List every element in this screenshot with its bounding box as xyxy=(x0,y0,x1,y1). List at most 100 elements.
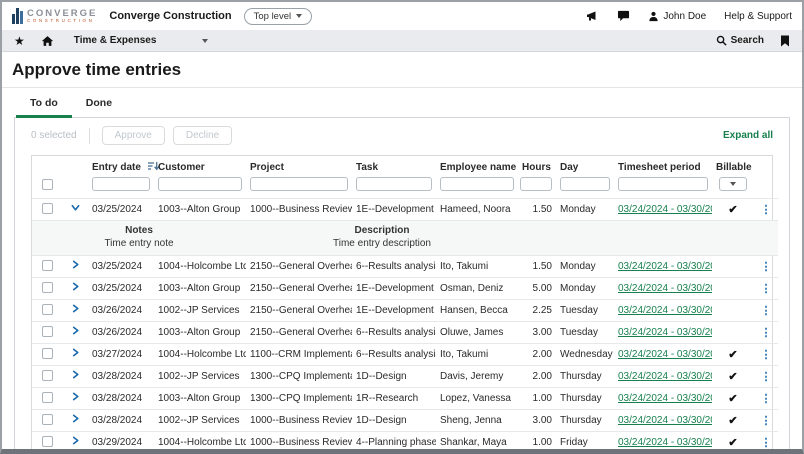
filter-customer[interactable] xyxy=(158,177,242,191)
expand-all-link[interactable]: Expand all xyxy=(723,130,773,141)
hours-cell: 5.00 xyxy=(518,277,556,299)
entry-date-cell: 03/25/2024 xyxy=(88,255,154,277)
expand-row-chevron[interactable] xyxy=(71,414,80,423)
task-cell: 1E--Development xyxy=(352,277,436,299)
timesheet-period-link[interactable]: 03/24/2024 - 03/30/2024 xyxy=(618,305,712,316)
billable-check-icon: ✔ xyxy=(728,371,737,383)
to-do-panel: 0 selected Approve Decline Expand all En… xyxy=(14,117,790,454)
chevron-down-icon xyxy=(296,14,302,18)
timesheet-period-link[interactable]: 03/24/2024 - 03/30/2024 xyxy=(618,371,712,382)
row-actions-menu-icon[interactable]: ⋮ xyxy=(761,305,772,317)
entry-date-cell: 03/25/2024 xyxy=(88,198,154,220)
user-menu[interactable]: John Doe xyxy=(648,11,706,22)
nav-menu-time-expenses[interactable]: Time & Expenses xyxy=(74,35,209,46)
col-employee[interactable]: Employee name xyxy=(436,156,518,175)
row-checkbox[interactable] xyxy=(42,348,53,359)
timesheet-period-link[interactable]: 03/24/2024 - 03/30/2024 xyxy=(618,349,712,360)
row-actions-menu-icon[interactable]: ⋮ xyxy=(761,261,772,273)
approve-button[interactable]: Approve xyxy=(102,126,165,145)
expand-row-chevron[interactable] xyxy=(71,326,80,335)
project-cell: 1300--CPQ Implementation xyxy=(246,365,352,387)
search-label: Search xyxy=(731,35,764,46)
collapse-row-chevron[interactable] xyxy=(71,203,80,212)
selected-count: 0 selected xyxy=(31,130,77,141)
home-icon[interactable] xyxy=(41,35,54,47)
customer-cell: 1004--Holcombe Ltd xyxy=(154,431,246,453)
col-entry-date[interactable]: Entry date xyxy=(88,156,154,175)
entry-date-cell: 03/25/2024 xyxy=(88,277,154,299)
timesheet-period-link[interactable]: 03/24/2024 - 03/30/2024 xyxy=(618,437,712,448)
timesheet-period-link[interactable]: 03/24/2024 - 03/30/2024 xyxy=(618,327,712,338)
timesheet-period-link[interactable]: 03/24/2024 - 03/30/2024 xyxy=(618,283,712,294)
col-hours[interactable]: Hours xyxy=(518,156,556,175)
description-value: Time entry description xyxy=(250,238,514,249)
filter-project[interactable] xyxy=(250,177,348,191)
row-actions-menu-icon[interactable]: ⋮ xyxy=(761,283,772,295)
timesheet-period-link[interactable]: 03/24/2024 - 03/30/2024 xyxy=(618,415,712,426)
expanded-row-detail: NotesTime entry noteDescriptionTime entr… xyxy=(32,220,778,255)
row-checkbox[interactable] xyxy=(42,436,53,447)
row-actions-menu-icon[interactable]: ⋮ xyxy=(761,349,772,361)
filter-billable-select[interactable] xyxy=(719,177,747,191)
help-support-link[interactable]: Help & Support xyxy=(724,11,792,22)
expand-row-chevron[interactable] xyxy=(71,304,80,313)
hours-cell: 3.00 xyxy=(518,409,556,431)
expand-row-chevron[interactable] xyxy=(71,370,80,379)
row-checkbox[interactable] xyxy=(42,392,53,403)
filter-task[interactable] xyxy=(356,177,432,191)
col-project[interactable]: Project xyxy=(246,156,352,175)
project-cell: 1300--CPQ Implementation xyxy=(246,387,352,409)
row-actions-menu-icon[interactable]: ⋮ xyxy=(761,371,772,383)
employee-cell: Ito, Takumi xyxy=(436,255,518,277)
day-cell: Friday xyxy=(556,431,614,453)
search-icon xyxy=(716,35,727,46)
entity-scope-selector[interactable]: Top level xyxy=(244,8,313,25)
search-button[interactable]: Search xyxy=(716,35,764,46)
announcements-icon[interactable] xyxy=(586,10,599,22)
col-billable[interactable]: Billable xyxy=(712,156,754,175)
col-task[interactable]: Task xyxy=(352,156,436,175)
expand-row-chevron[interactable] xyxy=(71,260,80,269)
row-checkbox[interactable] xyxy=(42,414,53,425)
table-row: 03/26/20241003--Alton Group2150--General… xyxy=(32,321,778,343)
tab-done[interactable]: Done xyxy=(72,92,126,118)
col-customer[interactable]: Customer xyxy=(154,156,246,175)
col-period[interactable]: Timesheet period xyxy=(614,156,712,175)
company-logo: CONVERGE CONSTRUCTION xyxy=(12,8,97,24)
row-checkbox[interactable] xyxy=(42,304,53,315)
favorites-star-icon[interactable]: ★ xyxy=(14,35,25,47)
row-actions-menu-icon[interactable]: ⋮ xyxy=(761,204,772,216)
logo-buildings-icon xyxy=(12,8,23,24)
expand-row-chevron[interactable] xyxy=(71,348,80,357)
bookmark-icon[interactable] xyxy=(780,35,790,47)
row-checkbox[interactable] xyxy=(42,260,53,271)
filter-day[interactable] xyxy=(560,177,610,191)
expand-row-chevron[interactable] xyxy=(71,436,80,445)
filter-entry-date[interactable] xyxy=(92,177,150,191)
row-actions-menu-icon[interactable]: ⋮ xyxy=(761,415,772,427)
notes-label: Notes xyxy=(36,225,242,236)
row-actions-menu-icon[interactable]: ⋮ xyxy=(761,437,772,449)
row-checkbox[interactable] xyxy=(42,370,53,381)
decline-button[interactable]: Decline xyxy=(173,126,232,145)
billable-check-icon: ✔ xyxy=(728,349,737,361)
row-checkbox[interactable] xyxy=(42,282,53,293)
col-day[interactable]: Day xyxy=(556,156,614,175)
filter-hours[interactable] xyxy=(520,177,552,191)
select-all-checkbox[interactable] xyxy=(42,179,53,190)
tab-to-do[interactable]: To do xyxy=(16,92,72,118)
expand-row-chevron[interactable] xyxy=(71,392,80,401)
row-actions-menu-icon[interactable]: ⋮ xyxy=(761,327,772,339)
filter-period[interactable] xyxy=(618,177,708,191)
row-checkbox[interactable] xyxy=(42,326,53,337)
filter-employee[interactable] xyxy=(440,177,514,191)
timesheet-period-link[interactable]: 03/24/2024 - 03/30/2024 xyxy=(618,393,712,404)
timesheet-period-link[interactable]: 03/24/2024 - 03/30/2024 xyxy=(618,204,712,215)
row-actions-menu-icon[interactable]: ⋮ xyxy=(761,393,772,405)
row-checkbox[interactable] xyxy=(42,203,53,214)
chat-icon[interactable] xyxy=(617,10,630,22)
expand-row-chevron[interactable] xyxy=(71,282,80,291)
hours-cell: 3.00 xyxy=(518,321,556,343)
user-name: John Doe xyxy=(663,11,706,22)
timesheet-period-link[interactable]: 03/24/2024 - 03/30/2024 xyxy=(618,261,712,272)
